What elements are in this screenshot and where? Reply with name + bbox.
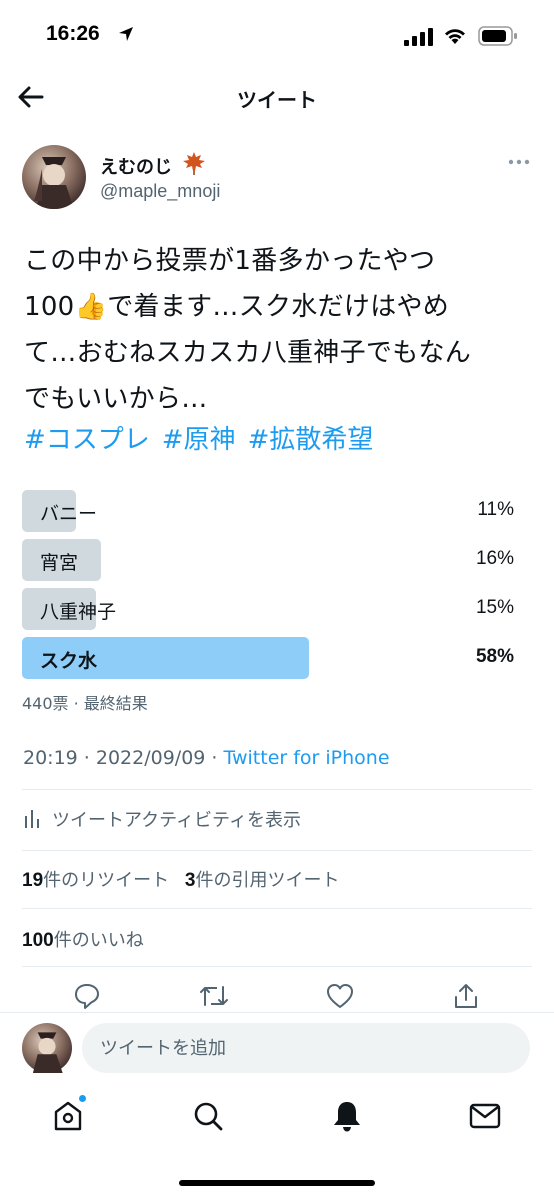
avatar[interactable] [22,145,86,209]
quotes-link[interactable]: 3件の引用ツイート [185,870,340,891]
hashtag-link[interactable]: #拡散希望 [248,425,374,455]
tweet-activity-link[interactable]: ツイートアクティビティを表示 [22,800,532,836]
poll-option: スク水 58% [22,637,516,681]
activity-icon [25,810,39,828]
notification-dot [78,1094,87,1103]
tweet-actions [0,982,554,1014]
avatar-image [32,1032,63,1073]
hashtags: #コスプレ #原神 #拡散希望 [24,417,524,463]
reply-bar [0,1012,554,1084]
author-handle[interactable]: @maple_mnoji [100,181,220,202]
quotes-count: 3 [184,870,196,891]
retweet-icon[interactable] [198,982,230,1010]
home-indicator [179,1180,375,1186]
battery-icon [478,26,517,46]
poll-meta: 440票 · 最終結果 [22,694,148,713]
tab-bar [0,1084,554,1200]
tab-home[interactable] [50,1094,90,1138]
poll-option: 八重神子 15% [22,588,516,632]
poll-option-percent: 58% [475,646,514,667]
status-time: 16:26 [46,22,100,45]
likes-count: 100 [22,930,54,951]
tweet-text: この中から投票が1番多かったやつ 100👍で着ます…スク水だけはやめ て…おむね… [24,246,472,414]
nav-bar: ツイート [0,78,554,118]
source-link[interactable]: Twitter for iPhone [224,747,390,769]
timestamp-datetime[interactable]: 20:19 · 2022/09/09 · [23,747,224,769]
tab-search[interactable] [190,1098,230,1138]
reply-input[interactable] [82,1023,530,1073]
tab-notifications[interactable] [329,1098,369,1138]
tab-messages[interactable] [467,1098,507,1138]
divider [22,966,532,967]
poll-option-percent: 16% [475,548,514,569]
page-title: ツイート [237,88,317,112]
poll-option: バニー 11% [22,490,516,534]
likes-label: 件のいいね [53,930,144,951]
home-icon [54,1101,82,1131]
poll-option-percent: 15% [475,597,514,618]
author-name[interactable]: えむのじ [100,153,172,179]
tweet-timestamp: 20:19 · 2022/09/09 · Twitter for iPhone [23,747,390,769]
search-icon [194,1102,223,1131]
more-icon[interactable] [508,159,530,165]
poll-option-label: スク水 [40,650,98,672]
poll-option-label: 宵宮 [40,552,79,574]
wifi-icon [445,29,465,44]
poll-option: 宵宮 16% [22,539,516,583]
retweet-stats: 19件のリツイート 3件の引用ツイート [22,866,532,902]
maple-leaf-icon [183,152,205,175]
location-arrow-icon [119,27,133,41]
likes-stats: 100件のいいね [22,926,532,962]
reply-icon[interactable] [73,982,101,1010]
signal-icon [404,28,433,46]
hashtag-link[interactable]: #原神 [162,425,236,455]
tweet-author: えむのじ @maple_mnoji [22,145,532,215]
avatar[interactable] [22,1023,72,1073]
mail-icon [469,1103,501,1129]
retweets-label: 件のリツイート [43,870,170,891]
divider [22,850,532,851]
poll: バニー 11% 宵宮 16% 八重神子 15% スク水 58% [22,490,516,686]
poll-option-percent: 11% [477,499,514,520]
bell-icon [334,1102,360,1132]
activity-label: ツイートアクティビティを表示 [52,810,301,831]
hashtag-link[interactable]: #コスプレ [24,425,150,455]
retweets-link[interactable]: 19件のリツイート [22,870,169,891]
divider [22,789,532,790]
likes-link[interactable]: 100件のいいね [22,930,144,951]
like-icon[interactable] [326,982,354,1010]
poll-option-label: バニー [40,503,98,525]
poll-option-label: 八重神子 [40,601,117,623]
divider [22,908,532,909]
quotes-label: 件の引用ツイート [195,870,340,891]
status-bar: 16:26 [0,0,554,70]
avatar-image [34,157,74,209]
retweets-count: 19 [22,870,44,891]
share-icon[interactable] [452,982,480,1010]
